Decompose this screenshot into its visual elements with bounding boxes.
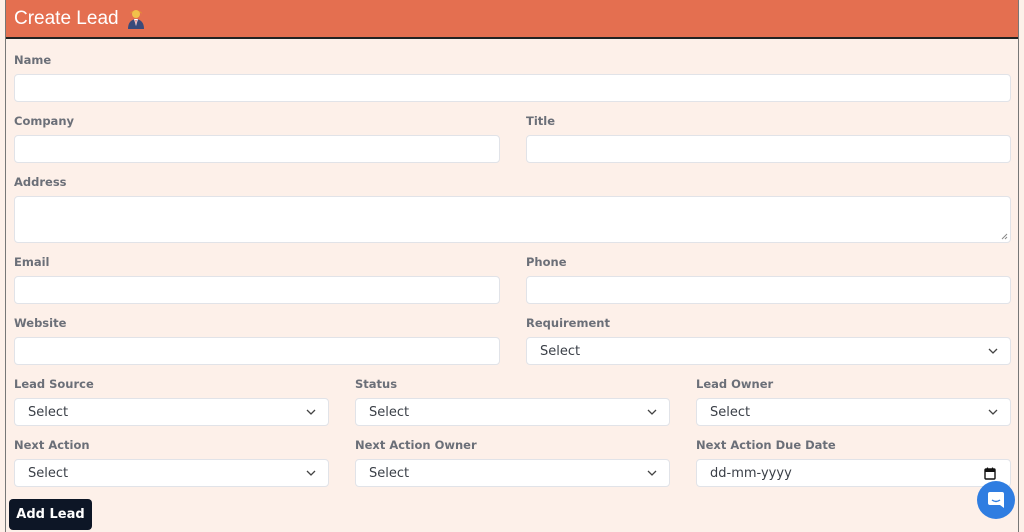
title-label: Title xyxy=(526,114,556,128)
status-selected: Select xyxy=(369,405,410,420)
company-label: Company xyxy=(14,114,74,128)
lead-source-selected: Select xyxy=(28,405,69,420)
website-input[interactable] xyxy=(14,337,500,365)
next-action-due-date-input[interactable]: dd-mm-yyyy xyxy=(696,459,1011,487)
next-action-owner-label: Next Action Owner xyxy=(355,438,477,452)
chat-icon xyxy=(988,492,1004,508)
name-input[interactable] xyxy=(14,74,1011,102)
lead-source-select[interactable]: Select xyxy=(14,398,329,426)
next-action-selected: Select xyxy=(28,466,69,481)
requirement-label: Requirement xyxy=(526,316,610,330)
address-label: Address xyxy=(14,175,67,189)
title-input[interactable] xyxy=(526,135,1011,163)
panel-header: Create Lead xyxy=(6,0,1018,39)
businessman-icon xyxy=(127,9,145,29)
next-action-owner-select[interactable]: Select xyxy=(355,459,670,487)
next-action-label: Next Action xyxy=(14,438,90,452)
status-select[interactable]: Select xyxy=(355,398,670,426)
lead-source-label: Lead Source xyxy=(14,377,94,391)
add-lead-button[interactable]: Add Lead xyxy=(9,499,92,530)
chevron-down-icon xyxy=(647,409,657,415)
phone-label: Phone xyxy=(526,255,567,269)
calendar-icon[interactable] xyxy=(984,467,996,480)
website-label: Website xyxy=(14,316,67,330)
email-input[interactable] xyxy=(14,276,500,304)
chat-launcher-button[interactable] xyxy=(977,481,1015,519)
chevron-down-icon xyxy=(988,409,998,415)
resize-handle-icon[interactable] xyxy=(1001,233,1008,240)
next-action-owner-selected: Select xyxy=(369,466,410,481)
chevron-down-icon xyxy=(306,470,316,476)
next-action-select[interactable]: Select xyxy=(14,459,329,487)
lead-owner-selected: Select xyxy=(710,405,751,420)
requirement-selected: Select xyxy=(540,344,581,359)
lead-owner-label: Lead Owner xyxy=(696,377,774,391)
company-input[interactable] xyxy=(14,135,500,163)
email-label: Email xyxy=(14,255,50,269)
status-label: Status xyxy=(355,377,398,391)
requirement-select[interactable]: Select xyxy=(526,337,1011,365)
chevron-down-icon xyxy=(306,409,316,415)
page-title: Create Lead xyxy=(14,7,119,29)
lead-owner-select[interactable]: Select xyxy=(696,398,1011,426)
chevron-down-icon xyxy=(647,470,657,476)
chevron-down-icon xyxy=(988,348,998,354)
date-placeholder: dd-mm-yyyy xyxy=(710,466,792,481)
address-textarea[interactable] xyxy=(14,196,1011,243)
next-action-due-date-label: Next Action Due Date xyxy=(696,438,836,452)
name-label: Name xyxy=(14,53,52,67)
phone-input[interactable] xyxy=(526,276,1011,304)
